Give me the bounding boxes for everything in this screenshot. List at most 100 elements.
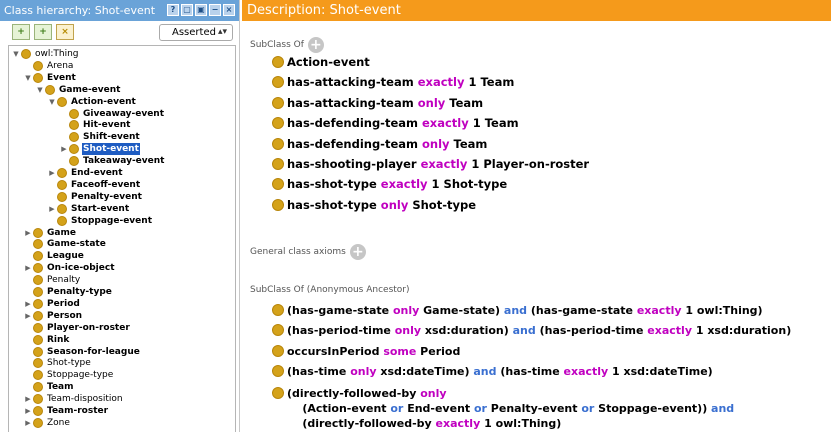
collapsed-triangle-icon[interactable]: ▶ [47,167,57,179]
tree-item[interactable]: ▶ End-event [47,167,124,179]
axiom-text: 1 Team [468,116,519,131]
tree-item[interactable]: Shift-event [59,131,141,143]
collapsed-triangle-icon[interactable]: ▶ [23,227,33,239]
class-icon [272,178,284,191]
maximize-icon[interactable]: ▣ [195,4,207,16]
tree-item[interactable]: ▶ Person [23,310,83,322]
subclass-axiom[interactable]: has-shot-type only Shot-type [272,198,476,213]
subclass-axiom[interactable]: has-defending-team exactly 1 Team [272,116,519,131]
class-hierarchy-title: Class hierarchy: Shot-event [4,4,156,17]
axiom-text: (has-game-state [527,304,637,317]
axiom-keyword: exactly [422,116,469,131]
tree-item[interactable]: ▶ Game [23,227,77,239]
tree-item[interactable]: Shot-type [23,357,92,369]
tree-item[interactable]: ▶ Shot-event [59,143,140,156]
collapsed-triangle-icon[interactable]: ▶ [59,143,69,155]
axiom-text: Stoppage-event)) [594,402,712,415]
restore-icon[interactable]: ▢ [181,4,193,16]
tree-item[interactable]: ▼ Event [23,72,77,84]
add-subclass-of-button[interactable]: + [307,37,324,53]
tree-item[interactable]: Rink [23,334,70,346]
tree-item-label: Stoppage-event [71,215,152,226]
ancestor-axiom[interactable]: occursInPeriod some Period [272,344,460,359]
add-general-axiom-button[interactable]: + [349,244,366,260]
axiom-text: 1 owl:Thing) [681,304,763,317]
class-icon [33,370,43,381]
tree-item-label: Penalty-type [47,287,112,297]
help-icon[interactable]: ? [167,4,179,16]
axiom-keyword: exactly [435,417,481,430]
class-icon [33,287,43,297]
tree-item[interactable]: Arena [23,60,74,72]
tree-item[interactable]: ▶ Team-disposition [23,393,124,405]
tree-item[interactable]: Stoppage-type [23,369,114,381]
expanded-triangle-icon[interactable]: ▼ [11,48,21,60]
tree-item[interactable]: ▶ On-ice-object [23,262,116,274]
tree-item[interactable]: Faceoff-event [47,179,141,191]
tree-item[interactable]: Hit-event [59,119,131,131]
axiom-connective: or [473,402,487,415]
collapsed-triangle-icon[interactable]: ▶ [23,417,33,429]
class-icon [272,56,284,68]
tree-item[interactable]: ▶ Zone [23,417,71,429]
tree-item[interactable]: Player-on-roster [23,322,131,334]
collapsed-triangle-icon[interactable]: ▶ [23,393,33,405]
axiom-expression: has-shot-type only Shot-type [287,198,476,213]
add-subclass-button[interactable]: + [12,24,30,40]
subclass-axiom[interactable]: has-shot-type exactly 1 Shot-type [272,177,507,192]
tree-item[interactable]: Game-state [23,238,107,250]
collapsed-triangle-icon[interactable]: ▶ [23,262,33,274]
tree-item[interactable]: Penalty-type [23,286,113,298]
tree-item[interactable]: Giveaway-event [59,108,165,120]
tree-item[interactable]: Team [23,381,75,393]
hierarchy-mode-select[interactable]: Asserted ▴▾ [159,24,233,41]
ancestor-axiom[interactable]: (directly-followed-by only (Action-event… [272,386,734,431]
tree-item[interactable]: League [23,250,85,262]
tree-item[interactable]: ▶ Period [23,298,81,310]
collapsed-triangle-icon[interactable]: ▶ [47,203,57,215]
tree-item-label: Start-event [71,203,130,214]
subclass-axiom[interactable]: Action-event [272,55,370,70]
axiom-expression: (directly-followed-by only (Action-event… [287,386,734,431]
hierarchy-mode-value: Asserted [172,27,216,38]
minimize-icon[interactable]: − [209,4,221,16]
class-icon [272,365,284,377]
tree-item-label: Rink [47,334,70,345]
class-tree[interactable]: ▼ owl:Thing Arena ▼ Event ▼ Game-event ▼ Action-… [8,45,236,432]
close-icon[interactable]: × [223,4,235,16]
tree-item[interactable]: ▶ Start-event [47,203,130,215]
subclass-axiom[interactable]: has-shooting-player exactly 1 Player-on-… [272,157,589,172]
collapsed-triangle-icon[interactable]: ▶ [23,310,33,322]
tree-item[interactable]: Penalty-event [47,191,143,203]
ancestor-axiom[interactable]: (has-game-state only Game-state) and (ha… [272,303,763,318]
tree-item-label: Season-for-league [47,346,140,357]
tree-item[interactable]: ▶ Team-roster [23,405,109,417]
tree-item[interactable]: ▼ Action-event [47,96,137,108]
collapsed-triangle-icon[interactable]: ▶ [23,405,33,417]
class-icon [33,263,43,274]
class-icon [57,168,67,178]
tree-item[interactable]: Stoppage-event [47,215,153,227]
add-sibling-button[interactable]: + [34,24,52,40]
collapsed-triangle-icon[interactable]: ▶ [23,298,33,310]
subclass-axiom[interactable]: has-attacking-team only Team [272,96,483,111]
expanded-triangle-icon[interactable]: ▼ [23,72,33,84]
subclass-axiom[interactable]: has-defending-team only Team [272,137,487,152]
ancestor-axiom[interactable]: (has-time only xsd:dateTime) and (has-ti… [272,364,713,379]
tree-item-label: Zone [47,417,70,428]
axiom-keyword: only [380,197,409,212]
axiom-text: (has-period-time [535,324,648,337]
tree-item[interactable]: ▼ owl:Thing [11,48,80,60]
delete-class-button[interactable]: × [56,24,74,40]
tree-item-label: Game-state [47,239,106,250]
class-icon [69,144,79,155]
tree-item[interactable]: Penalty [23,274,81,286]
tree-item-label: Team-disposition [47,394,123,405]
tree-item[interactable]: ▼ Game-event [35,84,121,96]
subclass-axiom[interactable]: has-attacking-team exactly 1 Team [272,75,514,90]
tree-item[interactable]: Takeaway-event [59,155,165,167]
tree-item[interactable]: Season-for-league [23,346,141,358]
ancestor-axiom[interactable]: (has-period-time only xsd:duration) and … [272,323,791,338]
expanded-triangle-icon[interactable]: ▼ [47,96,57,108]
expanded-triangle-icon[interactable]: ▼ [35,84,45,96]
